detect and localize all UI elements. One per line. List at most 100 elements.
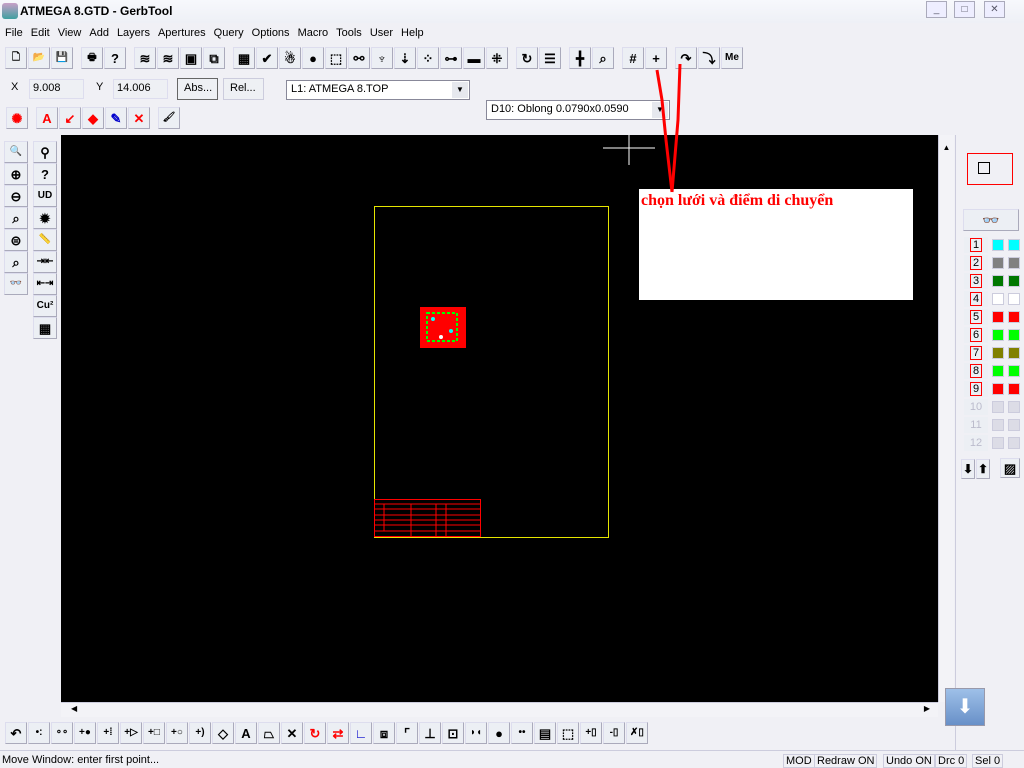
- layer-number-button[interactable]: 5: [964, 309, 988, 325]
- layer-color-swatch[interactable]: [1008, 257, 1020, 269]
- ruler-button[interactable]: 📏: [33, 229, 57, 251]
- paint-button[interactable]: 🖌: [158, 107, 180, 129]
- delete-item-button[interactable]: ✕: [281, 722, 303, 744]
- add-via-button[interactable]: •:: [28, 722, 50, 744]
- layer-number-button[interactable]: 12: [964, 435, 988, 451]
- zoom-in-button[interactable]: ⊕: [4, 163, 28, 185]
- add-circle-button[interactable]: +○: [166, 722, 188, 744]
- abs-button[interactable]: Abs...: [177, 78, 218, 100]
- merge-pads-button[interactable]: ◗◖: [465, 722, 487, 744]
- insert-button[interactable]: ╋: [569, 47, 591, 69]
- add-text-button[interactable]: A: [235, 722, 257, 744]
- snap-point-button[interactable]: +: [645, 47, 667, 69]
- area-button[interactable]: ▦: [33, 317, 57, 339]
- layer-color-swatch[interactable]: [1008, 239, 1020, 251]
- vertical-scrollbar[interactable]: ▲: [938, 135, 954, 702]
- copper-button[interactable]: Cu²: [33, 295, 57, 317]
- add-rect-button[interactable]: +□: [143, 722, 165, 744]
- square-corner-button[interactable]: ⤵: [698, 47, 720, 69]
- zoom-board-button[interactable]: ⌕: [4, 251, 28, 273]
- layer-color-swatch[interactable]: [992, 383, 1004, 395]
- grid-button[interactable]: #: [622, 47, 644, 69]
- add-track-button[interactable]: +⁞: [97, 722, 119, 744]
- menu-edit[interactable]: Edit: [30, 27, 57, 39]
- add-pad-button[interactable]: +●: [74, 722, 96, 744]
- scroll-right-icon[interactable]: ▶: [924, 704, 930, 713]
- highlight-button[interactable]: ✺: [6, 107, 28, 129]
- scroll-up-icon[interactable]: ▲: [939, 143, 954, 152]
- measure-button[interactable]: Me: [721, 47, 743, 69]
- layer-row-2[interactable]: 2: [964, 255, 1020, 271]
- layer-color-swatch[interactable]: [992, 347, 1004, 359]
- layer-number-button[interactable]: 9: [964, 381, 988, 397]
- layer-number-button[interactable]: 2: [964, 255, 988, 271]
- layer-number-button[interactable]: 6: [964, 327, 988, 343]
- snowman-button[interactable]: ☃: [279, 47, 301, 69]
- select-box-button[interactable]: ⬚: [325, 47, 347, 69]
- layer-down-button[interactable]: ⬇: [961, 459, 975, 479]
- display-button[interactable]: ▣: [180, 47, 202, 69]
- drop-button[interactable]: ⇣: [394, 47, 416, 69]
- menu-add[interactable]: Add: [88, 27, 116, 39]
- zoom-window-button[interactable]: 🔍: [4, 141, 28, 163]
- layer-color-swatch[interactable]: [992, 293, 1004, 305]
- text-button[interactable]: A: [36, 107, 58, 129]
- points-button[interactable]: ⁜: [486, 47, 508, 69]
- layer-row-1[interactable]: 1: [964, 237, 1020, 253]
- layer-color-swatch[interactable]: [992, 239, 1004, 251]
- layer-row-8[interactable]: 8: [964, 363, 1020, 379]
- group-button[interactable]: ⊡: [442, 722, 464, 744]
- menu-tools[interactable]: Tools: [335, 27, 369, 39]
- layer-row-11[interactable]: 11: [964, 417, 1020, 433]
- layer-color-swatch[interactable]: [1008, 293, 1020, 305]
- layer-color-swatch[interactable]: [992, 419, 1004, 431]
- layer-number-button[interactable]: 3: [964, 273, 988, 289]
- print-button[interactable]: 🖶: [81, 47, 103, 69]
- fill-button[interactable]: ◆: [82, 107, 104, 129]
- sun-button[interactable]: ✹: [33, 207, 57, 229]
- scroll-down-large-button[interactable]: ⬇: [945, 688, 985, 726]
- open-folder-button[interactable]: 📂: [28, 47, 50, 69]
- zoom-fit-button[interactable]: ⊜: [4, 229, 28, 251]
- layer-row-3[interactable]: 3: [964, 273, 1020, 289]
- layers-highlight-button[interactable]: ≋: [157, 47, 179, 69]
- layer-color-swatch[interactable]: [1008, 401, 1020, 413]
- layer-number-button[interactable]: 8: [964, 363, 988, 379]
- menu-macro[interactable]: Macro: [297, 27, 336, 39]
- layer-up-button[interactable]: ⬆: [976, 459, 990, 479]
- cancel-box-button[interactable]: ✗▯: [626, 722, 648, 744]
- layer-number-button[interactable]: 7: [964, 345, 988, 361]
- layer-color-swatch[interactable]: [992, 365, 1004, 377]
- menu-apertures[interactable]: Apertures: [157, 27, 213, 39]
- gerber-canvas[interactable]: chọn lưới và điểm di chuyển: [61, 135, 938, 702]
- menu-help[interactable]: Help: [400, 27, 431, 39]
- save-button[interactable]: 💾: [51, 47, 73, 69]
- menu-file[interactable]: File: [5, 27, 30, 39]
- query-net-button[interactable]: ?: [33, 163, 57, 185]
- layer-number-button[interactable]: 4: [964, 291, 988, 307]
- view-layers-button[interactable]: 👓: [963, 209, 1019, 231]
- pad-spacing-button[interactable]: ⇤⇥: [33, 273, 57, 295]
- delete-button[interactable]: ✕: [128, 107, 150, 129]
- help-button[interactable]: ?: [104, 47, 126, 69]
- layer-edit-button[interactable]: ▨: [1000, 458, 1020, 478]
- pad-pair-button[interactable]: ••: [511, 722, 533, 744]
- layer-row-12[interactable]: 12: [964, 435, 1020, 451]
- swap-button[interactable]: ⇄: [327, 722, 349, 744]
- layer-color-swatch[interactable]: [1008, 347, 1020, 359]
- layers-button[interactable]: ≋: [134, 47, 156, 69]
- add-dots-button[interactable]: ∘∘: [51, 722, 73, 744]
- drc-check-button[interactable]: ✔: [256, 47, 278, 69]
- view-glasses-button[interactable]: 👓: [4, 273, 28, 295]
- layer-color-swatch[interactable]: [992, 275, 1004, 287]
- maximize-button[interactable]: □: [954, 1, 975, 18]
- layer-color-swatch[interactable]: [1008, 383, 1020, 395]
- layer-color-swatch[interactable]: [1008, 437, 1020, 449]
- layer-color-swatch[interactable]: [1008, 365, 1020, 377]
- mirror-button[interactable]: ⧈: [373, 722, 395, 744]
- axis-button[interactable]: ∟: [350, 722, 372, 744]
- horizontal-scrollbar[interactable]: ◀ ▶: [61, 702, 938, 717]
- disabled-query-button[interactable]: ⌕: [592, 47, 614, 69]
- layer-select[interactable]: L1: ATMEGA 8.TOP ▼: [286, 80, 470, 100]
- dropdown-arrow-icon[interactable]: ▼: [652, 102, 668, 118]
